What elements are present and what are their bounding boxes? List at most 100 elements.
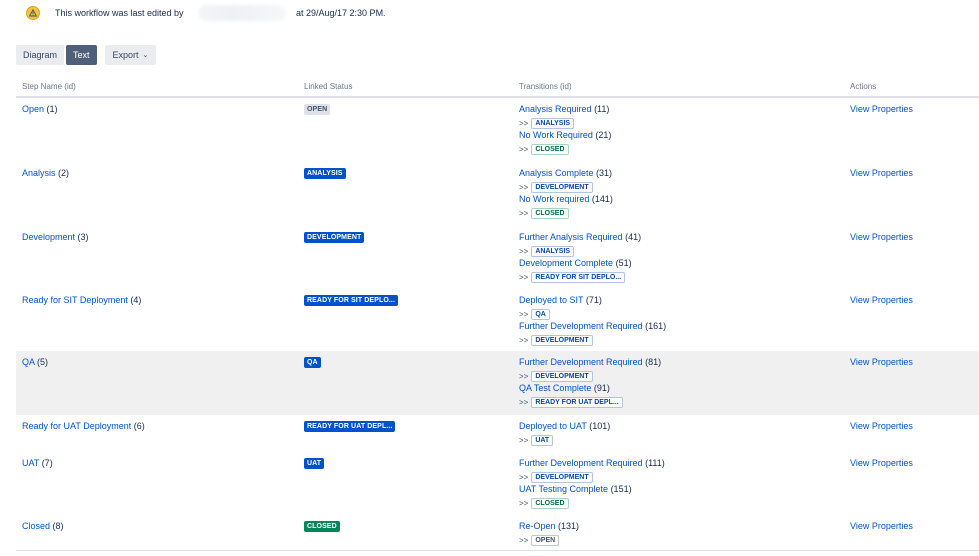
target-status-lozenge: DEVELOPMENT [531,335,593,346]
step-id: (6) [133,421,145,431]
transition-id: (111) [645,458,665,468]
transition-name-link[interactable]: Further Development Required [519,357,643,367]
table-bottom-divider [16,550,979,551]
view-properties-link[interactable]: View Properties [850,295,913,305]
view-properties-link[interactable]: View Properties [850,232,913,242]
table-row: Closed (8) CLOSED Re-Open (131) >> OPEN View … [16,515,979,550]
transition-name-link[interactable]: Further Development Required [519,321,643,331]
transition-item: UAT Testing Complete (151) [519,484,665,497]
table-row: QA (5) QA Further Development Required (81… [16,351,979,415]
status-lozenge: UAT [304,458,325,469]
arrow-text: >> [519,183,529,192]
transition-id: (21) [595,130,612,140]
step-name-link[interactable]: Ready for UAT Deployment [22,421,131,431]
transitions-cell: Further Development Required (81) >> DEVEL… [519,357,661,409]
transition-item: Deployed to SIT (71) [519,295,666,308]
step-id: (3) [77,232,89,242]
transition-item: Further Development Required (161) [519,321,666,334]
header-transitions: Transitions (id) [519,82,572,91]
table-row: Ready for UAT Deployment (6) READY FOR UA… [16,415,979,452]
view-properties-link[interactable]: View Properties [850,357,913,367]
transition-item: No Work Required (21) [519,130,611,143]
arrow-text: >> [519,536,529,545]
linked-status-cell: READY FOR UAT DEPL... [304,420,396,432]
status-lozenge: CLOSED [304,521,340,532]
transitions-cell: Analysis Complete (31) >> DEVELOPMENT No Wo… [519,168,613,220]
step-id: (8) [52,521,64,531]
target-status-lozenge: DEVELOPMENT [531,182,593,193]
step-id: (4) [130,295,142,305]
transition-target: >> DEVELOPMENT [519,370,661,383]
target-status-lozenge: READY FOR SIT DEPLO... [531,272,626,283]
step-cell: Analysis (2) [22,168,69,178]
step-name-link[interactable]: Ready for SIT Deployment [22,295,128,305]
transition-name-link[interactable]: No Work required [519,194,589,204]
transition-target: >> CLOSED [519,143,611,156]
warning-icon [26,6,40,20]
transition-name-link[interactable]: No Work Required [519,130,593,140]
target-status-lozenge: DEVELOPMENT [531,472,593,483]
transition-id: (131) [558,521,580,531]
view-properties-link[interactable]: View Properties [850,104,913,114]
transition-name-link[interactable]: Deployed to UAT [519,421,587,431]
view-properties-link[interactable]: View Properties [850,521,913,531]
chevron-down-icon: ⌄ [142,51,149,59]
transitions-cell: Deployed to UAT (101) >> UAT [519,421,610,447]
transition-id: (141) [591,194,613,204]
text-button[interactable]: Text [66,45,97,65]
step-id: (5) [37,357,49,367]
transition-id: (41) [625,232,642,242]
transition-target: >> READY FOR SIT DEPLO... [519,271,641,284]
export-label: Export [112,50,139,60]
view-properties-link[interactable]: View Properties [850,458,913,468]
linked-status-cell: DEVELOPMENT [304,231,365,243]
step-name-link[interactable]: UAT [22,458,39,468]
linked-status-cell: READY FOR SIT DEPLO... [304,294,399,306]
transition-name-link[interactable]: Further Development Required [519,458,643,468]
header-status: Linked Status [304,82,353,91]
transition-item: Further Analysis Required (41) [519,232,641,245]
transition-id: (51) [615,258,632,268]
linked-status-cell: QA [304,356,321,368]
transition-name-link[interactable]: Analysis Required [519,104,592,114]
transition-id: (11) [594,104,610,114]
step-name-link[interactable]: Closed [22,521,50,531]
transition-item: Development Complete (51) [519,258,641,271]
transition-name-link[interactable]: Further Analysis Required [519,232,623,242]
transition-name-link[interactable]: Re-Open [519,521,556,531]
arrow-text: >> [519,436,529,445]
target-status-lozenge: QA [531,309,550,320]
transition-item: No Work required (141) [519,194,613,207]
transition-id: (151) [610,484,632,494]
step-name-link[interactable]: Analysis [22,168,56,178]
step-cell: Closed (8) [22,521,64,531]
linked-status-cell: ANALYSIS [304,167,346,179]
arrow-text: >> [519,336,529,345]
transition-name-link[interactable]: QA Test Complete [519,383,591,393]
transition-target: >> DEVELOPMENT [519,181,613,194]
transition-id: (91) [593,383,610,393]
view-properties-link[interactable]: View Properties [850,421,913,431]
transition-name-link[interactable]: Analysis Complete [519,168,594,178]
transition-name-link[interactable]: UAT Testing Complete [519,484,608,494]
step-name-link[interactable]: QA [22,357,35,367]
diagram-button[interactable]: Diagram [16,45,65,65]
step-name-link[interactable]: Development [22,232,75,242]
transition-name-link[interactable]: Development Complete [519,258,613,268]
view-properties-link[interactable]: View Properties [850,168,913,178]
transition-item: Re-Open (131) [519,521,579,534]
transition-item: Analysis Required (11) [519,104,611,117]
banner-text-after: at 29/Aug/17 2:30 PM. [296,8,386,18]
transition-target: >> OPEN [519,534,579,547]
linked-status-cell: UAT [304,457,325,469]
transitions-cell: Analysis Required (11) >> ANALYSIS No Work … [519,104,611,156]
target-status-lozenge: READY FOR UAT DEPL... [531,397,623,408]
export-button[interactable]: Export ⌄ [104,45,157,65]
transitions-cell: Re-Open (131) >> OPEN [519,521,579,547]
transition-name-link[interactable]: Deployed to SIT [519,295,583,305]
step-cell: Ready for SIT Deployment (4) [22,295,141,305]
view-toolbar: Diagram Text Export ⌄ [16,45,158,65]
step-name-link[interactable]: Open [22,104,44,114]
step-cell: QA (5) [22,357,48,367]
step-cell: Open (1) [22,104,58,114]
